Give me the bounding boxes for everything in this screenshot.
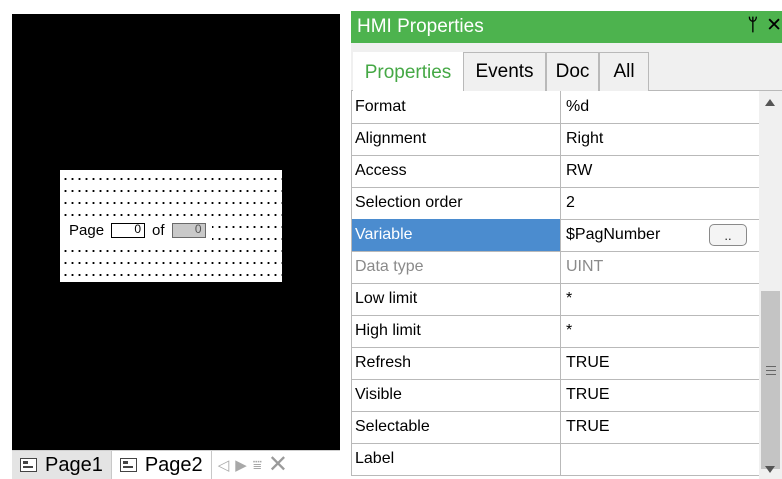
property-value[interactable]: * [561,315,759,347]
property-row[interactable]: Data type UINT [351,251,759,284]
tab-doc-label: Doc [555,61,590,82]
property-row[interactable]: High limit * [351,315,759,348]
next-tab-icon[interactable]: ▶ [235,456,247,474]
property-name: Visible [351,379,561,411]
property-value-text: * [566,322,573,339]
property-value[interactable]: RW [561,155,759,187]
property-value-text: TRUE [566,386,610,403]
browse-variable-button[interactable]: .. [709,224,747,246]
property-name: Variable [351,219,561,251]
close-tab-icon[interactable]: ✕ [268,453,288,477]
total-pages-value: 0 [194,221,202,236]
property-name: Low limit [351,283,561,315]
close-icon[interactable]: ✕ [766,14,782,37]
property-name: Selection order [351,187,561,219]
tab-events[interactable]: Events [463,52,546,91]
tab-page1-label: Page1 [45,453,103,476]
property-value[interactable]: TRUE [561,379,759,411]
property-value-text: TRUE [566,418,610,435]
of-label: of [152,221,165,239]
page-label: Page [69,221,105,239]
property-name: Label [351,443,561,475]
tab-doc[interactable]: Doc [546,52,599,91]
tab-list-icon[interactable]: ⩸ [253,457,262,474]
current-page-value: 0 [134,221,142,236]
property-scrollbar[interactable] [759,91,782,479]
property-row[interactable]: Variable $PagNumber.. [351,219,759,252]
property-name: Access [351,155,561,187]
property-value[interactable]: 2 [561,187,759,219]
property-row[interactable]: Low limit * [351,283,759,316]
property-value[interactable]: %d [561,91,759,123]
design-canvas[interactable]: Page 0 of 0 [12,14,340,450]
tab-all[interactable]: All [599,52,649,91]
page-counter-row: Page 0 of 0 [64,219,212,241]
property-name: High limit [351,315,561,347]
property-row[interactable]: Label [351,443,759,476]
tab-navigation: ◁ ▶ ⩸ ✕ [218,453,288,477]
tab-page1[interactable]: Page1 [12,450,112,479]
property-value[interactable]: TRUE [561,411,759,443]
tab-all-label: All [613,61,635,82]
property-value-text: Right [566,130,604,147]
tab-page2[interactable]: Page2 [112,450,212,479]
page-icon [119,458,137,472]
tab-events-label: Events [475,61,534,82]
property-value-text: TRUE [566,354,610,371]
property-name: Data type [351,251,561,283]
pin-icon[interactable]: ᛘ [748,15,758,35]
property-value-text: * [566,290,573,307]
tab-properties[interactable]: Properties [353,52,463,92]
property-value[interactable]: $PagNumber.. [561,219,759,251]
scroll-thumb[interactable] [761,291,780,469]
tab-properties-label: Properties [364,61,452,83]
property-name: Refresh [351,347,561,379]
property-value[interactable]: TRUE [561,347,759,379]
property-row[interactable]: Refresh TRUE [351,347,759,380]
panel-titlebar: HMI Properties ᛘ ✕ [351,11,782,43]
property-value[interactable] [561,443,759,475]
total-pages-field[interactable]: 0 [171,221,206,238]
property-name: Alignment [351,123,561,155]
property-row[interactable]: Access RW [351,155,759,188]
property-value[interactable]: * [561,283,759,315]
grip-icon [766,366,776,375]
hmi-properties-panel: HMI Properties ᛘ ✕ Properties Events Doc… [351,11,782,479]
page-counter-widget[interactable]: Page 0 of 0 [60,170,282,282]
prev-tab-icon[interactable]: ◁ [218,456,230,474]
property-value-text: UINT [566,258,604,275]
scroll-down-icon[interactable] [765,466,775,473]
property-row[interactable]: Format %d [351,91,759,124]
scroll-up-icon[interactable] [765,99,775,106]
property-row[interactable]: Alignment Right [351,123,759,156]
tab-page2-label: Page2 [144,453,203,476]
property-name: Selectable [351,411,561,443]
panel-title: HMI Properties [357,16,484,37]
property-row[interactable]: Visible TRUE [351,379,759,412]
property-name: Format [351,91,561,123]
property-row[interactable]: Selection order 2 [351,187,759,220]
property-value: UINT [561,251,759,283]
property-value-text: %d [566,98,590,115]
property-value[interactable]: Right [561,123,759,155]
property-value-text: 2 [566,194,575,211]
current-page-field[interactable]: 0 [111,221,146,238]
properties-tabbar: Properties Events Doc All [351,43,782,92]
page-tab-bar: Page1 Page2 ◁ ▶ ⩸ ✕ [12,450,340,479]
property-value-text: $PagNumber [566,226,661,243]
property-value-text: RW [566,162,593,179]
property-row[interactable]: Selectable TRUE [351,411,759,444]
page-icon [20,458,37,472]
